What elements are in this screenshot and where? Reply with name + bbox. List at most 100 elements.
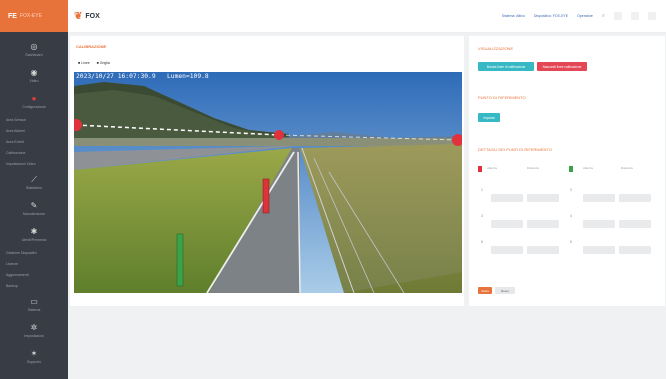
height-input[interactable] — [583, 194, 615, 202]
sidebar-subitem[interactable]: Area Eventi — [0, 136, 68, 147]
distance-input[interactable] — [619, 220, 651, 228]
sidebar-item-configurazione[interactable]: ● Configurazione — [0, 88, 68, 114]
sidebar-item-label: Impostazioni — [24, 333, 44, 338]
settings-icon[interactable] — [631, 12, 639, 20]
settings-panel: VISUALIZZAZIONE Mostra linee di calibraz… — [469, 36, 665, 306]
sidebar-subitem[interactable]: Area Sensori — [0, 114, 68, 125]
red-marker-swatch — [478, 166, 482, 172]
dashboard-icon: ◎ — [30, 41, 38, 51]
brand-text: FE — [8, 12, 17, 20]
section-title: VISUALIZZAZIONE — [478, 46, 514, 51]
help-icon: ✶ — [30, 348, 38, 358]
logout-icon[interactable] — [648, 12, 656, 20]
height-input[interactable] — [583, 220, 615, 228]
section-title: DETTAGLI DEI PUNTI DI RIFERIMENTO — [478, 147, 552, 152]
sidebar-item-label: Manutenzione — [23, 211, 45, 216]
sidebar-item-video[interactable]: ◉ Video — [0, 62, 68, 88]
sidebar-subitem[interactable]: Gestione Dispositivi — [0, 247, 68, 258]
top-right-area: Sistema: Attivo Dispositivo: FOX-EYE Ope… — [502, 12, 656, 20]
height-label: Altezza — [487, 166, 497, 170]
distance-input[interactable] — [619, 246, 651, 254]
height-input[interactable] — [583, 246, 615, 254]
sidebar-item-dashboard[interactable]: ◎ Dashboard — [0, 36, 68, 62]
show-lines-button[interactable]: Mostra linee di calibrazione — [478, 62, 534, 71]
sidebar-item-supporto[interactable]: ✶ Supporto — [0, 343, 68, 369]
logo-text: FOX — [85, 12, 100, 20]
notification-icon[interactable] — [614, 12, 622, 20]
row-number: 3 — [481, 214, 483, 218]
height-input[interactable] — [491, 246, 523, 254]
save-button[interactable]: Salva — [478, 287, 492, 294]
monitor-icon: ▭ — [30, 296, 38, 306]
sidebar-item-statistiche[interactable]: ⟋ Statistiche — [0, 169, 68, 195]
fox-logo-icon: ❦ — [74, 10, 83, 22]
top-bar: ❦ FOX Sistema: Attivo Dispositivo: FOX-E… — [68, 0, 666, 33]
distance-input[interactable] — [527, 246, 559, 254]
calibration-title: CALIBRAZIONE — [76, 44, 107, 49]
sidebar-item-label: Configurazione — [22, 104, 46, 109]
main-content: CALIBRAZIONE ■ Linee ■ Griglia 2023/10/2… — [68, 33, 666, 379]
sidebar-subitem[interactable]: Area Allarmi — [0, 125, 68, 136]
distance-label: Distanza — [527, 166, 539, 170]
sidebar-subitem[interactable]: Calibrazione — [0, 147, 68, 158]
sidebar-item-label: Dashboard — [25, 52, 43, 57]
row-number: 5 — [481, 240, 483, 244]
row-number: 1 — [481, 188, 483, 192]
green-marker-swatch — [569, 166, 573, 172]
distance-input[interactable] — [619, 194, 651, 202]
sidebar-item-label: Sistema — [27, 307, 41, 312]
sidebar-item-label: Video — [29, 78, 39, 83]
gear-icon: ✱ — [30, 226, 38, 236]
calibration-toolbar: ■ Linee ■ Griglia — [78, 61, 110, 65]
sidebar-item-impostazioni[interactable]: ✲ Impostazioni — [0, 317, 68, 343]
cog-icon: ✲ — [30, 322, 38, 332]
brand-subtext: FOX-EYE — [19, 13, 42, 19]
osd-lumen: Lumen=109.8 — [167, 73, 209, 80]
sidebar-item-manutenzione[interactable]: ✎ Manutenzione — [0, 195, 68, 221]
distance-input[interactable] — [527, 220, 559, 228]
user-menu[interactable]: Operatore — [577, 14, 593, 18]
camera-frame[interactable] — [74, 72, 462, 293]
height-input[interactable] — [491, 194, 523, 202]
grid-toggle[interactable]: ■ Griglia — [97, 61, 110, 65]
row-number: 4 — [570, 214, 572, 218]
sidebar-item-label: Supporto — [26, 359, 42, 364]
sidebar-item-utenti[interactable]: ✱ Utenti/Permessi — [0, 221, 68, 247]
top-logo[interactable]: ❦ FOX — [74, 11, 100, 22]
height-input[interactable] — [491, 220, 523, 228]
sidebar-subitem[interactable]: Aggiornamenti — [0, 269, 68, 280]
horizon — [74, 138, 462, 146]
status-label: Sistema: Attivo — [501, 14, 525, 18]
camera-view[interactable]: 2023/10/27 16:07:30.9 Lumen=109.8 — [74, 72, 462, 293]
sidebar: FE FOX-EYE ◎ Dashboard ◉ Video ● Configu… — [0, 0, 68, 379]
chart-icon: ⟋ — [31, 174, 37, 184]
distance-input[interactable] — [527, 194, 559, 202]
sidebar-item-sistema[interactable]: ▭ Sistema — [0, 291, 68, 317]
camera-icon: ◉ — [30, 67, 38, 77]
lines-toggle[interactable]: ■ Linee — [78, 61, 90, 65]
row-number: 6 — [570, 240, 572, 244]
sidebar-nav: ◎ Dashboard ◉ Video ● Configurazione Are… — [0, 36, 68, 369]
language-selector[interactable]: IT — [602, 14, 605, 18]
sidebar-logo[interactable]: FE FOX-EYE — [0, 0, 68, 32]
section-title: PUNTO DI RIFERIMENTO — [478, 95, 526, 100]
osd-datetime: 2023/10/27 16:07:30.9 — [76, 73, 156, 80]
wrench-icon: ✎ — [30, 200, 38, 210]
calibration-card: CALIBRAZIONE ■ Linee ■ Griglia 2023/10/2… — [70, 36, 464, 306]
sidebar-subitem[interactable]: Impostazioni Video — [0, 158, 68, 169]
distance-label: Distanza — [621, 166, 633, 170]
osd-overlay: 2023/10/27 16:07:30.9 Lumen=109.8 — [76, 73, 209, 80]
device-label[interactable]: Dispositivo: FOX-EYE — [534, 14, 568, 18]
sidebar-subitem[interactable]: Backup — [0, 280, 68, 291]
green-reference-marker[interactable] — [176, 233, 184, 287]
sidebar-item-label: Utenti/Permessi — [21, 237, 47, 242]
reset-button[interactable]: Reset — [495, 287, 515, 294]
hide-lines-button[interactable]: Nascondi linee calibrazione — [537, 62, 587, 71]
sidebar-item-label: Statistiche — [25, 185, 43, 190]
settings-icon: ● — [31, 93, 37, 103]
set-point-button[interactable]: Imposta — [478, 113, 500, 122]
calibration-handle-mid[interactable] — [274, 130, 284, 140]
sidebar-subitem[interactable]: Licenze — [0, 258, 68, 269]
red-reference-marker[interactable] — [262, 178, 270, 214]
height-label: Altezza — [583, 166, 593, 170]
